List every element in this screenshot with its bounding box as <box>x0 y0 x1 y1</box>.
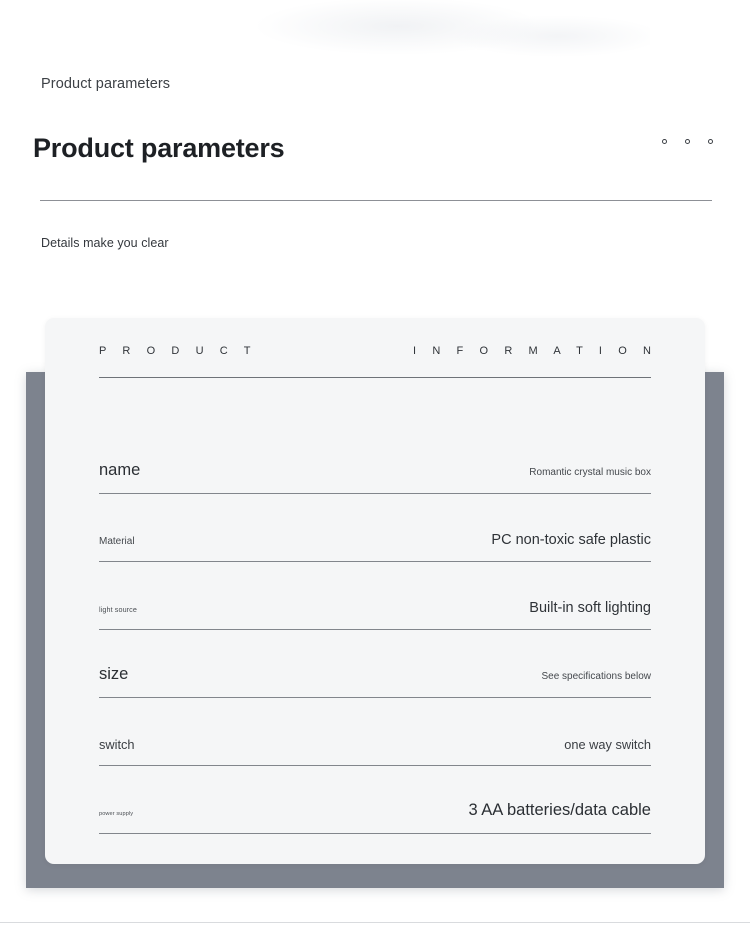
page-title: Product parameters <box>33 133 285 164</box>
table-row: name Romantic crystal music box <box>99 426 651 494</box>
spec-value: See specifications below <box>541 671 651 682</box>
spec-label: light source <box>99 605 137 614</box>
table-row: Material PC non-toxic safe plastic <box>99 494 651 562</box>
page-bottom-divider <box>0 922 750 923</box>
dot-icon <box>708 139 713 144</box>
more-options-button[interactable] <box>662 139 713 144</box>
spec-label: size <box>99 665 129 683</box>
spec-value: Built-in soft lighting <box>529 600 651 616</box>
dot-icon <box>685 139 690 144</box>
card-heading-information: I N F O R M A T I O N <box>413 345 658 357</box>
spec-table: name Romantic crystal music box Material PC… <box>99 426 651 834</box>
card-heading-underline <box>99 377 651 379</box>
spec-value: 3 AA batteries/data cable <box>468 801 651 819</box>
dot-icon <box>662 139 667 144</box>
spec-label: Material <box>99 536 135 547</box>
table-row: switch one way switch <box>99 698 651 766</box>
spec-label: name <box>99 461 141 479</box>
spec-value: one way switch <box>564 737 651 752</box>
header-divider <box>40 200 712 201</box>
subtitle-note: Details make you clear <box>41 236 169 250</box>
table-row: power supply 3 AA batteries/data cable <box>99 766 651 834</box>
product-information-card: P R O D U C T I N F O R M A T I O N name… <box>45 318 705 864</box>
table-row: size See specifications below <box>99 630 651 698</box>
table-row: light source Built-in soft lighting <box>99 562 651 630</box>
breadcrumb: Product parameters <box>41 76 171 92</box>
spec-label: power supply <box>99 811 134 817</box>
spec-label: switch <box>99 737 135 752</box>
spec-row-divider <box>99 833 651 834</box>
card-heading-product: P R O D U C T <box>99 345 258 357</box>
spec-value: PC non-toxic safe plastic <box>491 532 651 548</box>
spec-value: Romantic crystal music box <box>529 467 651 478</box>
top-texture-wash <box>230 0 650 66</box>
card-heading: P R O D U C T I N F O R M A T I O N <box>99 345 651 357</box>
